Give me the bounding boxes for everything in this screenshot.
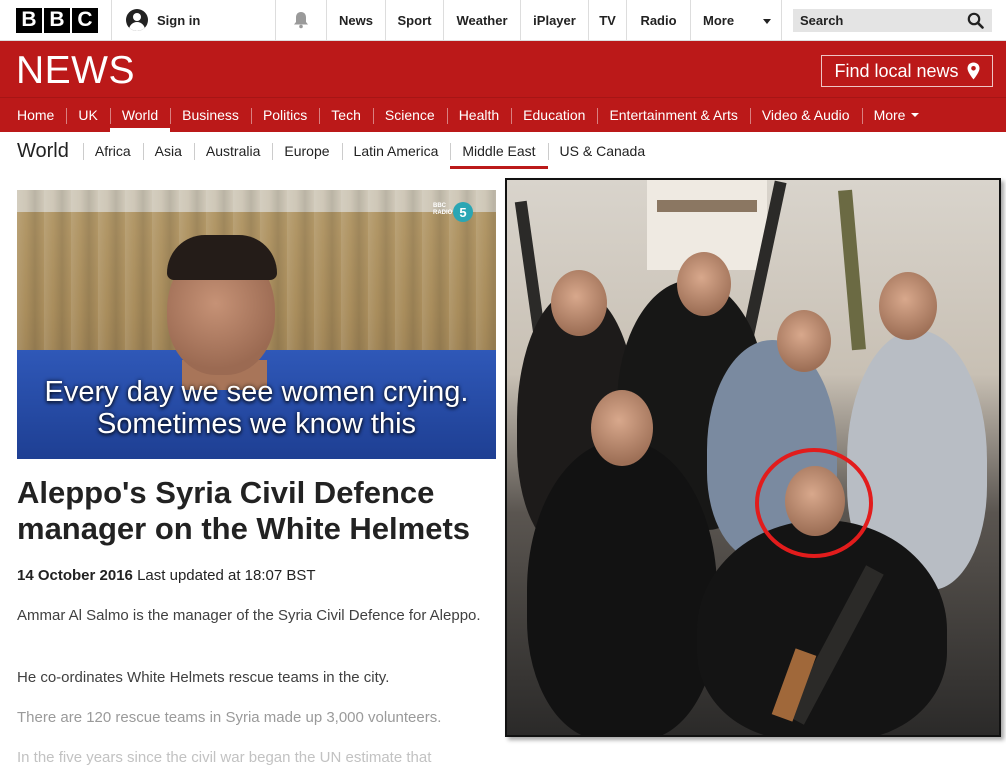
bbc-radio-logo: BBC RADIO <box>433 203 453 216</box>
topnav-sport[interactable]: Sport <box>386 0 444 40</box>
photo-face <box>879 272 937 340</box>
nav-more-label: More <box>873 107 906 123</box>
video-caption-line-1: Every day we see women crying. <box>44 376 469 408</box>
photo-rocket-launcher <box>838 189 866 351</box>
article-paragraph: There are 120 rescue teams in Syria made… <box>17 709 442 726</box>
nav-education[interactable]: Education <box>511 98 597 132</box>
article-paragraph: Ammar Al Salmo is the manager of the Syr… <box>17 607 481 624</box>
sign-in-label: Sign in <box>157 12 201 28</box>
bbc-logo[interactable]: B B C <box>0 0 112 40</box>
subnav-us-canada[interactable]: US & Canada <box>547 132 658 170</box>
article-paragraph: In the five years since the civil war be… <box>17 749 432 766</box>
subnav-europe[interactable]: Europe <box>272 132 341 170</box>
nav-more-dropdown[interactable]: More <box>861 98 932 132</box>
section-nav: Home UK World Business Politics Tech Sci… <box>0 97 1006 132</box>
topnav-more-label: More <box>703 12 735 28</box>
photo-face <box>677 252 731 316</box>
notifications-button[interactable] <box>276 0 327 40</box>
user-icon <box>126 9 148 31</box>
chevron-down-icon <box>911 113 920 117</box>
video-caption: Every day we see women crying. Sometimes… <box>17 376 496 440</box>
sub-nav-title[interactable]: World <box>0 139 83 163</box>
find-local-news-label: Find local news <box>834 60 959 81</box>
article-paragraph: He co-ordinates White Helmets rescue tea… <box>17 669 390 686</box>
photo-person <box>527 440 717 735</box>
topnav-iplayer[interactable]: iPlayer <box>521 0 589 40</box>
location-pin-icon <box>967 62 980 80</box>
bbc-top-bar: B B C Sign in News Sport Weather iPlayer… <box>0 0 1006 41</box>
video-player[interactable]: BBC RADIO 5 Every day we see women crying… <box>17 190 496 459</box>
article-updated: Last updated at 18:07 BST <box>137 567 316 584</box>
photo-window-frame <box>657 200 757 212</box>
news-masthead: NEWS Find local news <box>0 41 1006 97</box>
bell-icon <box>294 12 308 29</box>
nav-tech[interactable]: Tech <box>319 98 373 132</box>
nav-health[interactable]: Health <box>446 98 511 132</box>
topnav-weather[interactable]: Weather <box>444 0 521 40</box>
photo-face <box>777 310 831 372</box>
news-logo[interactable]: NEWS <box>16 51 135 91</box>
nav-entertainment-arts[interactable]: Entertainment & Arts <box>597 98 749 132</box>
red-circle-highlight <box>755 448 873 558</box>
find-local-news-button[interactable]: Find local news <box>821 55 993 87</box>
subnav-australia[interactable]: Australia <box>193 132 272 170</box>
subnav-latin-america[interactable]: Latin America <box>341 132 451 170</box>
nav-science[interactable]: Science <box>372 98 447 132</box>
photo-face <box>551 270 607 336</box>
nav-world[interactable]: World <box>109 98 171 132</box>
group-photo <box>505 178 1001 737</box>
article-headline: Aleppo's Syria Civil Defence manager on … <box>17 475 471 546</box>
sign-in-link[interactable]: Sign in <box>112 0 276 40</box>
bbc-logo-letter-b1: B <box>16 7 42 33</box>
photo-face <box>591 390 653 466</box>
video-person-hair <box>167 235 277 280</box>
subnav-middle-east[interactable]: Middle East <box>450 132 548 170</box>
subnav-africa[interactable]: Africa <box>82 132 143 170</box>
radio5-live-logo: 5 <box>453 202 473 222</box>
search-label: Search <box>800 12 844 28</box>
search-icon[interactable] <box>967 12 984 29</box>
topnav-news[interactable]: News <box>327 0 386 40</box>
nav-uk[interactable]: UK <box>66 98 109 132</box>
search-area: Search <box>793 0 992 40</box>
bbc-logo-letter-c: C <box>72 7 98 33</box>
video-caption-line-2: Sometimes we know this <box>96 408 417 440</box>
nav-home[interactable]: Home <box>0 98 66 132</box>
article-dateline: 14 October 2016 Last updated at 18:07 BS… <box>17 567 316 584</box>
search-input[interactable]: Search <box>793 8 992 32</box>
nav-politics[interactable]: Politics <box>250 98 319 132</box>
bbc-logo-letter-b2: B <box>44 7 70 33</box>
article-date: 14 October 2016 <box>17 567 133 584</box>
topnav-tv[interactable]: TV <box>589 0 627 40</box>
topnav-radio[interactable]: Radio <box>627 0 691 40</box>
nav-video-audio[interactable]: Video & Audio <box>749 98 862 132</box>
chevron-down-icon <box>763 19 771 24</box>
world-sub-nav: World Africa Asia Australia Europe Latin… <box>0 132 1006 170</box>
topnav-more-dropdown[interactable]: More <box>691 0 782 40</box>
nav-business[interactable]: Business <box>170 98 251 132</box>
subnav-asia[interactable]: Asia <box>142 132 194 170</box>
